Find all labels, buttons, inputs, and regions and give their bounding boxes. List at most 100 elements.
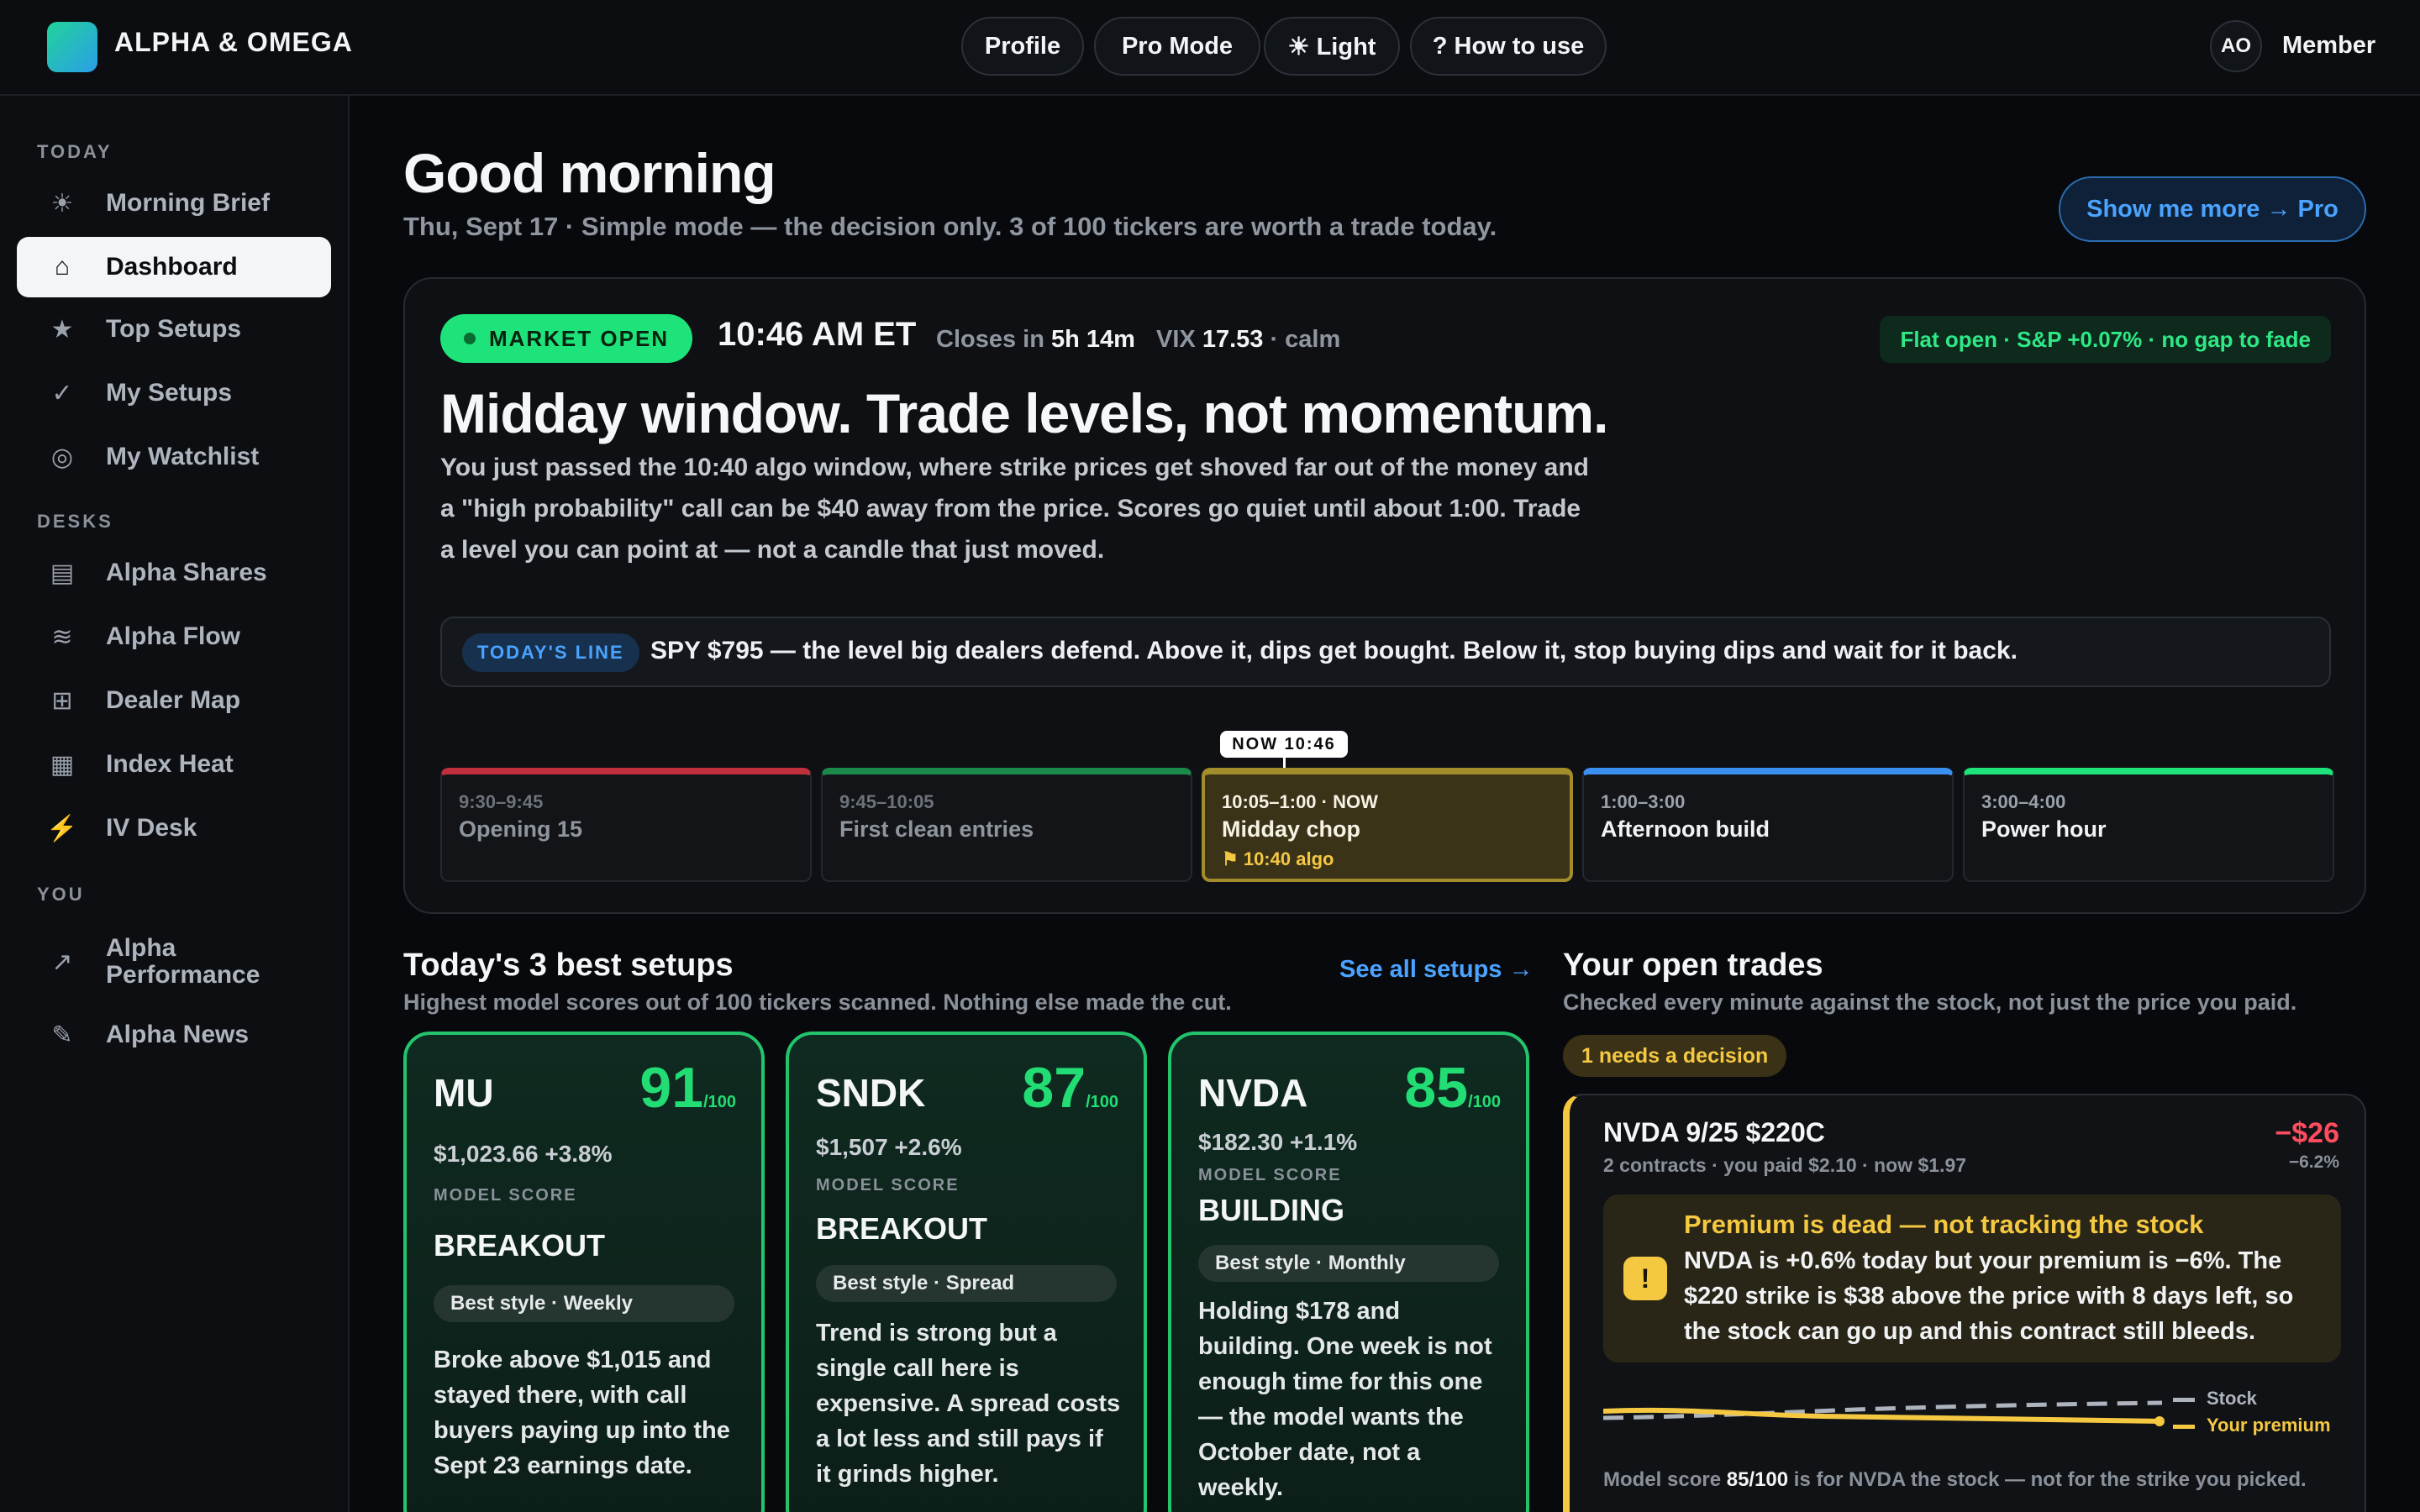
setup-price: $1,023.66 +3.8% — [434, 1141, 613, 1167]
sidebar-item-alpha-shares[interactable]: ▤ Alpha Shares — [17, 543, 331, 603]
sidebar-item-label: Top Setups — [106, 315, 242, 343]
premium-end-point — [2154, 1416, 2165, 1426]
timeline-segment-first-entries[interactable]: 9:45–10:05 First clean entries — [821, 768, 1192, 882]
setup-score: 85/100 — [1404, 1056, 1501, 1120]
home-icon: ⌂ — [54, 253, 71, 281]
vix-note: · calm — [1270, 326, 1341, 353]
sidebar-item-top-setups[interactable]: ★ Top Setups — [17, 299, 331, 360]
segment-time: 10:05–1:00 · NOW — [1222, 791, 1378, 812]
top-bar: ALPHA & OMEGA Profile Pro Mode ☀ Light ?… — [0, 0, 2420, 96]
todays-line-box: TODAY'S LINE SPY $795 — the level big de… — [440, 617, 2331, 687]
see-all-setups-link[interactable]: See all setups → — [1339, 956, 1534, 984]
sidebar-section-you: YOU — [37, 884, 85, 905]
app-root: ALPHA & OMEGA Profile Pro Mode ☀ Light ?… — [0, 0, 2420, 1512]
sidebar-item-label: My Watchlist — [106, 443, 260, 470]
sidebar-item-index-heat[interactable]: ▦ Index Heat — [17, 734, 331, 795]
market-headline: Midday window. Trade levels, not momentu… — [440, 382, 1608, 444]
setup-style-chip: Best style · Monthly — [1198, 1245, 1499, 1282]
setups-subtitle: Highest model scores out of 100 tickers … — [403, 990, 1232, 1015]
timeline-segment-opening[interactable]: 9:30–9:45 Opening 15 — [440, 768, 812, 882]
todays-line-tag: TODAY'S LINE — [462, 633, 639, 672]
member-label[interactable]: Member — [2282, 32, 2375, 60]
show-more-pro-button[interactable]: Show me more → Pro — [2059, 176, 2366, 242]
how-to-use-button[interactable]: ? How to use — [1410, 17, 1607, 76]
warning-title: Premium is dead — not tracking the stock — [1684, 1210, 2204, 1239]
setup-score: 87/100 — [1022, 1056, 1118, 1120]
sidebar-item-label: Alpha Shares — [106, 559, 267, 586]
trades-title: Your open trades — [1563, 948, 1823, 983]
sidebar-item-label: Dashboard — [106, 253, 238, 281]
market-clock: 10:46 AM ET — [718, 316, 917, 353]
segment-name: Afternoon build — [1601, 816, 1770, 842]
wave-icon: ≋ — [51, 622, 73, 651]
page-title: Good morning — [403, 142, 776, 204]
timeline-segment-afternoon[interactable]: 1:00–3:00 Afternoon build — [1582, 768, 1954, 882]
brand-name[interactable]: ALPHA & OMEGA — [114, 27, 353, 58]
premium-line — [1603, 1407, 2163, 1424]
setup-description: Trend is strong but a single call here i… — [816, 1320, 1121, 1488]
segment-time: 9:45–10:05 — [839, 791, 934, 812]
sidebar-item-dealer-map[interactable]: ⊞ Dealer Map — [17, 670, 331, 731]
sidebar-item-my-setups[interactable]: ✓ My Setups — [17, 363, 331, 423]
light-theme-button[interactable]: ☀ Light — [1264, 17, 1400, 76]
setup-card-mu[interactable]: MU 91/100 $1,023.66 +3.8% MODEL SCORE BR… — [403, 1032, 765, 1512]
setup-ticker: SNDK — [816, 1071, 926, 1115]
segment-name: Power hour — [1981, 816, 2107, 842]
sidebar-item-alpha-news[interactable]: ✎ Alpha News — [17, 1005, 331, 1065]
warning-body: NVDA is +0.6% today but your premium is … — [1684, 1247, 2294, 1345]
page-subtitle: Thu, Sept 17 · Simple mode — the decisio… — [403, 212, 1497, 241]
setup-signal: BUILDING — [1198, 1193, 1344, 1227]
sidebar-section-desks: DESKS — [37, 511, 113, 532]
logo-icon[interactable] — [47, 22, 97, 72]
sidebar-item-label: Dealer Map — [106, 686, 241, 714]
avatar[interactable]: AO — [2210, 20, 2262, 72]
trade-pnl: −$26 — [2275, 1117, 2339, 1149]
sidebar-item-iv-desk[interactable]: ⚡ IV Desk — [17, 798, 331, 858]
trade-sparkline — [1603, 1400, 2165, 1426]
sidebar-item-label: My Setups — [106, 379, 233, 407]
trend-up-icon: ↗ — [51, 948, 73, 976]
vix-readout: VIX 17.53 · calm — [1156, 326, 1340, 354]
trade-footnote: Model score 85/100 is for NVDA the stock… — [1603, 1468, 2307, 1491]
sidebar-item-alpha-flow[interactable]: ≋ Alpha Flow — [17, 606, 331, 667]
trade-meta: 2 contracts · you paid $2.10 · now $1.97 — [1603, 1154, 1967, 1176]
sidebar: TODAY ☀ Morning Brief ⌂ Dashboard ★ Top … — [0, 96, 350, 1512]
sidebar-item-alpha-performance[interactable]: ↗ Alpha Performance — [17, 926, 331, 998]
setup-card-sndk[interactable]: SNDK 87/100 $1,507 +2.6% MODEL SCORE BRE… — [786, 1032, 1147, 1512]
sidebar-item-label: Alpha News — [106, 1021, 250, 1048]
star-icon: ★ — [50, 315, 74, 344]
pro-mode-button[interactable]: Pro Mode — [1094, 17, 1260, 76]
timeline-segment-power-hour[interactable]: 3:00–4:00 Power hour — [1963, 768, 2334, 882]
setup-description: Broke above $1,015 and stayed there, wit… — [434, 1347, 730, 1479]
status-dot-icon — [463, 333, 476, 344]
sidebar-item-dashboard[interactable]: ⌂ Dashboard — [17, 237, 331, 297]
document-icon: ▤ — [50, 559, 75, 587]
heatmap-icon: ▦ — [50, 750, 75, 779]
segment-name: Opening 15 — [459, 816, 583, 842]
setup-card-nvda[interactable]: NVDA 85/100 $182.30 +1.1% MODEL SCORE BU… — [1168, 1032, 1529, 1512]
timeline-segment-midday[interactable]: 10:05–1:00 · NOW Midday chop ⚑ 10:40 alg… — [1202, 768, 1573, 882]
profile-button[interactable]: Profile — [961, 17, 1084, 76]
setup-score: 91/100 — [639, 1056, 736, 1120]
setup-style-chip: Best style · Weekly — [434, 1285, 734, 1322]
sun-icon: ☀ — [50, 189, 74, 218]
market-status-label: MARKET OPEN — [488, 325, 670, 351]
todays-line-text: SPY $795 — the level big dealers defend.… — [650, 637, 2018, 664]
now-marker: NOW 10:46 — [1220, 731, 1348, 758]
market-closes-in: Closes in 5h 14m — [936, 326, 1135, 354]
legend-premium-swatch — [2173, 1424, 2195, 1429]
sidebar-item-my-watchlist[interactable]: ◎ My Watchlist — [17, 427, 331, 487]
sidebar-item-morning-brief[interactable]: ☀ Morning Brief — [17, 173, 331, 234]
needs-decision-badge[interactable]: 1 needs a decision — [1563, 1035, 1787, 1077]
model-score-label: MODEL SCORE — [434, 1186, 577, 1205]
pencil-icon: ✎ — [51, 1021, 73, 1049]
segment-name: Midday chop — [1222, 816, 1361, 842]
segment-name: First clean entries — [839, 816, 1034, 842]
setup-ticker: MU — [434, 1071, 494, 1115]
trade-name: NVDA 9/25 $220C — [1603, 1117, 1825, 1147]
model-score-label: MODEL SCORE — [816, 1176, 960, 1194]
trade-warning: ! Premium is dead — not tracking the sto… — [1603, 1194, 2341, 1362]
market-body: You just passed the 10:40 algo window, w… — [440, 454, 1589, 564]
open-trade-card[interactable]: NVDA 9/25 $220C 2 contracts · you paid $… — [1563, 1094, 2366, 1512]
model-score-label: MODEL SCORE — [1198, 1166, 1342, 1184]
